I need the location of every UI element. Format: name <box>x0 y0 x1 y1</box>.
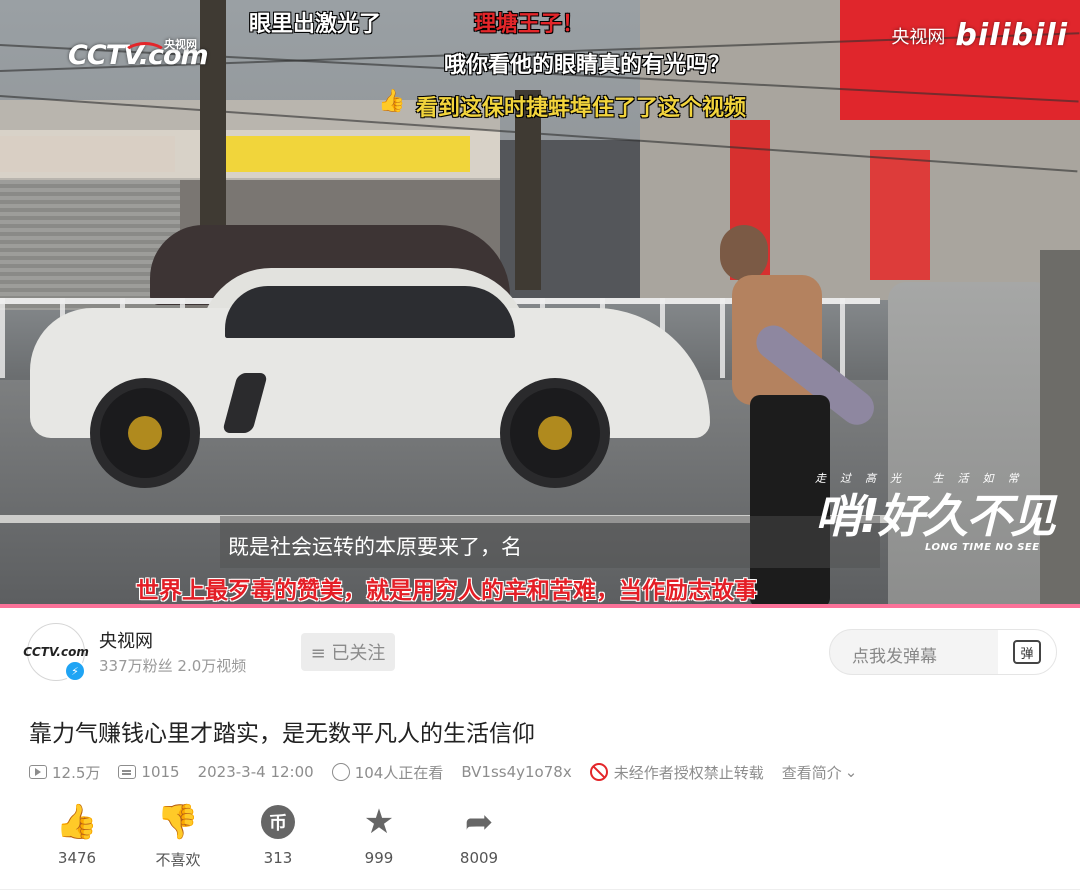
danmaku-comment: 看到这保时捷蚌埠住了了这个视频 <box>416 96 747 121</box>
thumbs-up-emoji-icon: 👍 <box>378 89 406 114</box>
show-logo: 走过高光 生活如常 哨!好久不见 LONG TIME NO SEE <box>815 472 1056 553</box>
danmaku-comment: 哦你看他的眼睛真的有光吗？ <box>444 53 731 78</box>
danmaku-comment: 理塘王子！ <box>474 12 585 37</box>
subtitle-line: 既是社会运转的本原要来了，名 <box>228 535 522 559</box>
like-button[interactable]: 👍 3476 <box>27 800 127 867</box>
video-meta: 12.5万 1015 2023-3-4 12:00 104人正在看 BV1ss4… <box>29 760 875 784</box>
share-button[interactable]: ➦ 8009 <box>429 800 529 867</box>
bilibili-watermark: 央视网 bilibili <box>891 18 1068 53</box>
verified-badge-icon: ⚡ <box>64 660 86 682</box>
uploader-stats: 337万粉丝 2.0万视频 <box>99 657 247 675</box>
cargo-bin <box>888 282 1053 608</box>
bvid: BV1ss4y1o78x <box>461 763 572 781</box>
followed-button[interactable]: ≡ 已关注 <box>301 633 395 671</box>
publish-date: 2023-3-4 12:00 <box>197 763 314 781</box>
coin-count: 313 <box>263 849 293 867</box>
video-player[interactable]: 央视网 CCTV.com 央视网 bilibili 眼里出激光了 理塘王子！ 哦… <box>0 0 1080 608</box>
danmaku-send-button[interactable]: 弹 <box>998 630 1056 674</box>
white-sports-car <box>30 268 710 488</box>
cargo-bin-edge <box>1040 250 1080 608</box>
cctv-logo: 央视网 CCTV.com <box>68 38 209 71</box>
thumbs-down-icon: 👎 <box>156 802 200 842</box>
view-count: 12.5万 <box>52 763 101 782</box>
uploader-name[interactable]: 央视网 <box>99 627 153 653</box>
thumbs-up-icon: 👍 <box>55 802 99 842</box>
share-count: 8009 <box>459 849 499 867</box>
chevron-down-icon: ⌄ <box>844 763 858 781</box>
like-count: 3476 <box>57 849 97 867</box>
star-icon: ★ <box>363 802 395 842</box>
danmaku-count: 1015 <box>141 763 180 781</box>
favorite-button[interactable]: ★ 999 <box>329 800 429 867</box>
no-repost-icon <box>589 763 608 781</box>
danmaku-icon: 弹 <box>1013 640 1041 664</box>
view-intro-link[interactable]: 查看简介 ⌄ <box>782 762 858 783</box>
coin-icon: 币 <box>261 805 295 839</box>
copyright-notice: 未经作者授权禁止转载 <box>613 763 764 782</box>
dislike-button[interactable]: 👎 不喜欢 <box>128 800 228 870</box>
video-title: 靠力气赚钱心里才踏实，是无数平凡人的生活信仰 <box>29 721 535 747</box>
uploader-avatar[interactable]: CCTV.com ⚡ <box>23 623 89 682</box>
danmaku-input[interactable]: 点我发弹幕 弹 <box>829 629 1057 675</box>
danmaku-count-icon <box>118 765 137 779</box>
favorite-count: 999 <box>364 849 394 867</box>
action-bar: 👍 3476 👎 不喜欢 币 313 ★ 999 ➦ 8009 <box>0 800 560 875</box>
play-count-icon <box>29 765 47 779</box>
danmaku-input-placeholder: 点我发弹幕 <box>852 647 937 667</box>
coin-button[interactable]: 币 313 <box>228 800 328 867</box>
share-arrow-icon: ➦ <box>464 802 494 842</box>
subtitle-red-line: 世界上最歹毒的赞美，就是用穷人的辛和苦难，当作励志故事 <box>136 578 757 604</box>
watching-icon <box>331 763 350 781</box>
danmaku-comment: 眼里出激光了 <box>249 12 382 37</box>
watching-now: 104人正在看 <box>354 763 444 782</box>
video-progress-bar[interactable] <box>0 604 1080 608</box>
dislike-label: 不喜欢 <box>155 851 201 869</box>
